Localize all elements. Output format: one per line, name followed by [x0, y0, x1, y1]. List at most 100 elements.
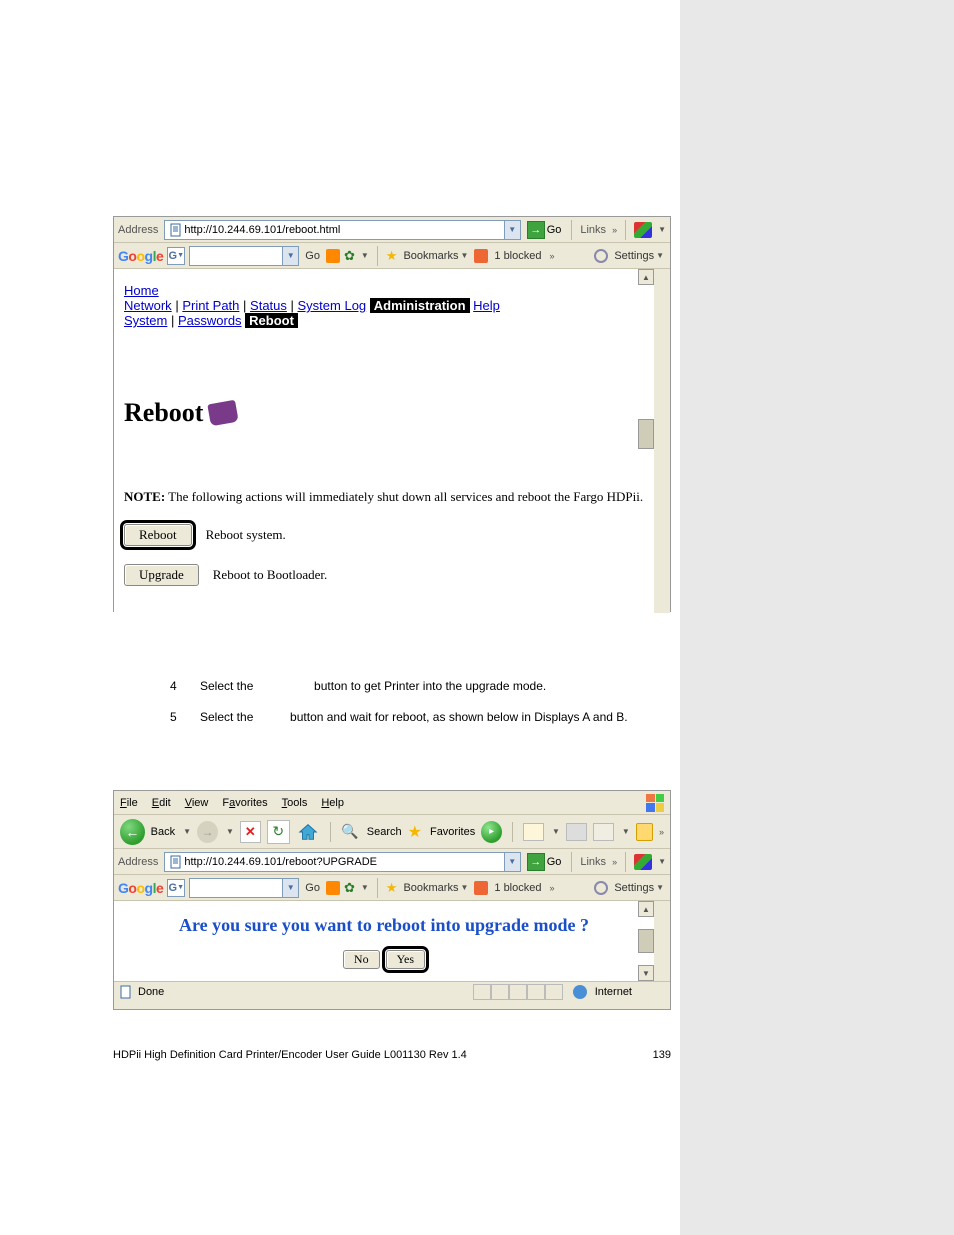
back-label[interactable]: Back: [151, 826, 175, 838]
chevron-down-icon[interactable]: ▼: [226, 827, 234, 836]
chevron-down-icon[interactable]: ▼: [552, 827, 560, 836]
menu-tools[interactable]: Tools: [282, 797, 308, 809]
separator: [512, 822, 513, 842]
scroll-thumb[interactable]: [638, 419, 654, 449]
language-flag-icon[interactable]: [634, 222, 652, 238]
blocked-count[interactable]: 1 blocked: [492, 879, 543, 897]
google-go-button[interactable]: Go: [303, 247, 322, 265]
address-bar: Address ▼ → Go Links » ▼: [114, 217, 670, 243]
upgrade-button[interactable]: Upgrade: [124, 564, 199, 586]
back-button-icon[interactable]: ←: [120, 819, 145, 845]
nav-home[interactable]: Home: [124, 283, 159, 298]
home-button-icon[interactable]: [296, 819, 321, 845]
media-button-icon[interactable]: ▸: [481, 821, 502, 843]
settings-button[interactable]: Settings▼: [612, 247, 666, 265]
menu-favorites[interactable]: Favorites: [222, 797, 267, 809]
chevron-right-icon[interactable]: »: [612, 225, 617, 235]
status-cells: [473, 984, 563, 1000]
confirm-buttons: No Yes: [114, 950, 654, 969]
bookmarks-button[interactable]: Bookmarks▼: [401, 879, 470, 897]
google-tool-icon[interactable]: ✿: [344, 248, 355, 264]
links-label[interactable]: Links: [580, 856, 606, 868]
chevron-right-icon[interactable]: »: [659, 827, 664, 837]
language-flag-icon[interactable]: [634, 854, 652, 870]
chevron-down-icon[interactable]: ▼: [361, 251, 369, 260]
chevron-down-icon[interactable]: ▼: [658, 857, 666, 866]
google-menu-button[interactable]: G▼: [167, 247, 185, 265]
favorites-label[interactable]: Favorites: [430, 826, 475, 838]
nav-status[interactable]: Status: [250, 298, 287, 313]
print-button-icon[interactable]: [566, 823, 587, 841]
refresh-button-icon[interactable]: ↻: [267, 820, 290, 844]
url-field[interactable]: [184, 224, 503, 236]
bookmarks-button[interactable]: Bookmarks▼: [401, 247, 470, 265]
status-text: Done: [138, 986, 164, 998]
chevron-right-icon[interactable]: »: [549, 251, 554, 261]
messenger-button-icon[interactable]: [636, 823, 653, 841]
no-button[interactable]: No: [343, 950, 380, 969]
chevron-right-icon[interactable]: »: [549, 883, 554, 893]
nav-system[interactable]: System: [124, 313, 167, 328]
settings-button[interactable]: Settings▼: [612, 879, 666, 897]
page-title-text: Reboot: [124, 398, 203, 428]
address-dropdown-icon[interactable]: ▼: [504, 853, 520, 871]
nav-network[interactable]: Network: [124, 298, 172, 313]
chevron-down-icon[interactable]: ▼: [658, 225, 666, 234]
address-input[interactable]: ▼: [164, 852, 520, 872]
nav-reboot-active[interactable]: Reboot: [245, 313, 298, 328]
mail-button-icon[interactable]: [523, 823, 544, 841]
chevron-down-icon[interactable]: ▼: [282, 247, 298, 265]
globe-icon: [594, 881, 608, 895]
reboot-button[interactable]: Reboot: [124, 524, 192, 546]
google-menu-button[interactable]: G▼: [167, 879, 185, 897]
step-text: Select the button to get Printer into th…: [200, 678, 670, 695]
forward-button-icon[interactable]: →: [197, 821, 218, 843]
address-label: Address: [118, 856, 158, 868]
chevron-down-icon[interactable]: ▼: [282, 879, 298, 897]
google-rss-icon[interactable]: [326, 249, 340, 263]
scroll-up-button[interactable]: ▲: [638, 901, 654, 917]
nav-system-log[interactable]: System Log: [298, 298, 367, 313]
address-input[interactable]: ▼: [164, 220, 520, 240]
chevron-right-icon[interactable]: »: [612, 857, 617, 867]
search-icon[interactable]: 🔍: [341, 823, 358, 840]
google-search-input[interactable]: ▼: [189, 878, 299, 898]
links-label[interactable]: Links: [580, 224, 606, 236]
popup-blocker-icon[interactable]: [474, 249, 488, 263]
nav-print-path[interactable]: Print Path: [182, 298, 239, 313]
google-rss-icon[interactable]: [326, 881, 340, 895]
favorites-star-icon[interactable]: ★: [408, 822, 422, 842]
address-dropdown-icon[interactable]: ▼: [504, 221, 520, 239]
stop-button-icon[interactable]: ✕: [240, 821, 261, 843]
blocked-count[interactable]: 1 blocked: [492, 247, 543, 265]
go-button[interactable]: → Go: [525, 220, 564, 240]
edit-button-icon[interactable]: [593, 823, 614, 841]
nav-help[interactable]: Help: [473, 298, 500, 313]
chevron-down-icon[interactable]: ▼: [622, 827, 630, 836]
menu-view[interactable]: View: [185, 797, 209, 809]
step-5-suffix: button and wait for reboot, as shown bel…: [290, 710, 628, 724]
chevron-down-icon[interactable]: ▼: [361, 883, 369, 892]
nav-administration-active[interactable]: Administration: [370, 298, 470, 313]
nav-passwords[interactable]: Passwords: [178, 313, 242, 328]
menu-help[interactable]: Help: [321, 797, 344, 809]
search-label[interactable]: Search: [367, 826, 402, 838]
page-icon: [118, 984, 134, 1000]
url-field[interactable]: [184, 856, 503, 868]
page-icon: [168, 222, 184, 238]
yes-button[interactable]: Yes: [386, 950, 425, 969]
popup-blocker-icon[interactable]: [474, 881, 488, 895]
menu-file[interactable]: FFileile: [120, 797, 138, 809]
star-icon[interactable]: ★: [386, 880, 398, 896]
menu-edit[interactable]: Edit: [152, 797, 171, 809]
go-button[interactable]: → Go: [525, 852, 564, 872]
google-tool-icon[interactable]: ✿: [344, 880, 355, 896]
google-search-input[interactable]: ▼: [189, 246, 299, 266]
google-go-button[interactable]: Go: [303, 879, 322, 897]
scroll-down-button[interactable]: ▼: [638, 965, 654, 981]
star-icon[interactable]: ★: [386, 248, 398, 264]
scroll-up-button[interactable]: ▲: [638, 269, 654, 285]
scroll-thumb[interactable]: [638, 929, 654, 953]
chevron-down-icon[interactable]: ▼: [183, 827, 191, 836]
separator: [330, 822, 331, 842]
